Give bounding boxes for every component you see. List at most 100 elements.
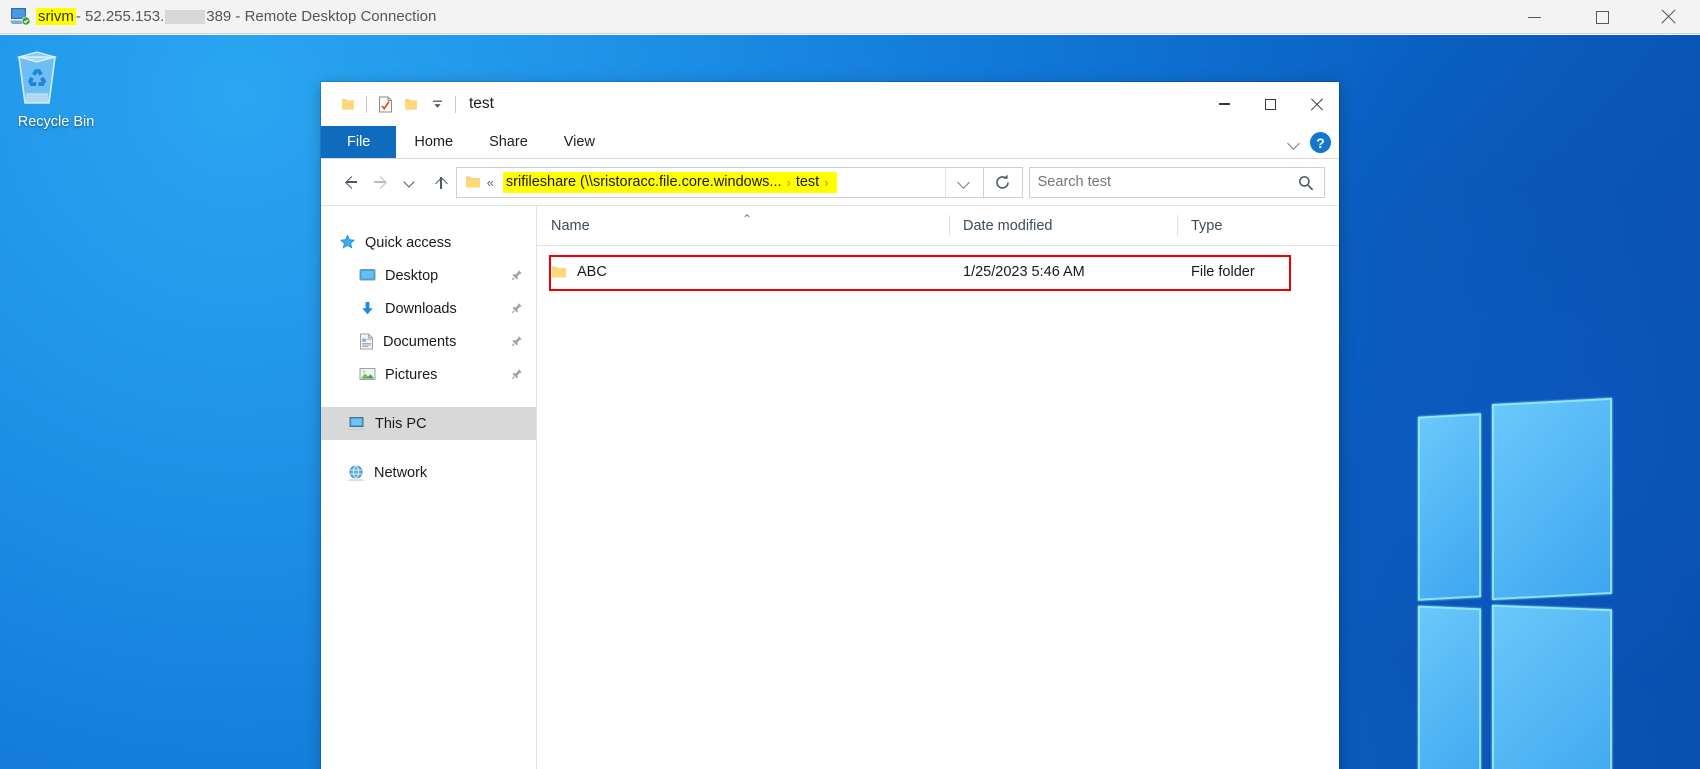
sidebar-item-label: Desktop (385, 267, 439, 284)
nav-gap-1 (321, 391, 537, 407)
breadcrumb-arrow-1[interactable]: › (782, 175, 796, 190)
rdp-title-highlight: srivm (36, 8, 76, 25)
rdp-title: srivm - 52.255.153. 389 - Remote Desktop… (36, 8, 436, 25)
search-icon[interactable] (1298, 175, 1314, 191)
wallpaper-pane-bottom-right (1492, 604, 1612, 769)
forward-button[interactable] (365, 167, 395, 198)
close-icon (1660, 9, 1676, 25)
maximize-icon (1264, 98, 1276, 110)
rdp-maximize-button[interactable] (1568, 0, 1636, 34)
star-icon (339, 234, 356, 251)
pin-icon[interactable] (510, 302, 523, 315)
address-overflow-icon[interactable]: « (481, 175, 499, 190)
table-row[interactable]: ABC 1/25/2023 5:46 AM File folder (537, 255, 1339, 288)
desktop-icon (359, 268, 376, 283)
sidebar-item-label: Pictures (385, 366, 438, 383)
tab-home[interactable]: Home (396, 126, 471, 158)
file-name-text: ABC (577, 263, 607, 280)
rdp-close-button[interactable] (1636, 0, 1700, 34)
wallpaper-pane-bottom-left (1418, 605, 1481, 769)
explorer-titlebar: test (321, 82, 1339, 126)
close-icon (1310, 98, 1323, 111)
qat-properties-icon[interactable] (372, 91, 398, 117)
file-explorer-window: test File Home Share View ? « srifilesha… (321, 82, 1339, 769)
tab-view[interactable]: View (546, 126, 613, 158)
documents-icon (359, 333, 374, 350)
arrow-right-icon (373, 175, 388, 190)
sidebar-item-pictures[interactable]: Pictures (321, 358, 537, 391)
explorer-body: Quick access Desktop Downloads Documents… (321, 205, 1339, 769)
folder-icon (551, 265, 567, 279)
explorer-close-button[interactable] (1293, 82, 1339, 126)
recent-locations-button[interactable] (395, 167, 425, 198)
column-header-type[interactable]: Type (1177, 206, 1337, 245)
refresh-icon (996, 174, 1009, 189)
remote-desktop-icon (6, 7, 36, 26)
sort-ascending-icon: ⌃ (742, 212, 753, 226)
refresh-button[interactable] (983, 166, 1023, 198)
downloads-icon (359, 301, 376, 317)
explorer-minimize-button[interactable] (1201, 82, 1247, 126)
pin-icon[interactable] (510, 269, 523, 282)
breadcrumb-item-test[interactable]: test (796, 174, 819, 190)
search-box[interactable]: Search test (1028, 166, 1325, 198)
help-button[interactable]: ? (1310, 132, 1331, 153)
rdp-title-suffix: 389 - Remote Desktop Connection (206, 8, 437, 25)
sidebar-item-downloads[interactable]: Downloads (321, 292, 537, 325)
breadcrumb: srifileshare (\\sristoracc.file.core.win… (502, 171, 837, 193)
address-dropdown-button[interactable] (944, 167, 983, 197)
remote-desktop-surface[interactable]: Recycle Bin test File Home Share View ? … (0, 35, 1700, 769)
address-bar[interactable]: « srifileshare (\\sristoracc.file.core.w… (455, 166, 984, 198)
sidebar-item-label: Documents (383, 333, 457, 350)
sidebar-item-label: Network (374, 464, 428, 481)
breadcrumb-arrow-2[interactable]: › (819, 175, 833, 190)
minimize-icon (1527, 16, 1541, 18)
tab-file[interactable]: File (321, 126, 397, 158)
sidebar-item-documents[interactable]: Documents (321, 325, 537, 358)
sidebar-item-this-pc[interactable]: This PC (321, 407, 537, 440)
file-rows: ABC 1/25/2023 5:46 AM File folder (537, 255, 1339, 291)
column-header-row: Name Date modified Type ⌃ (537, 206, 1339, 246)
qat-separator-2 (455, 95, 456, 113)
remote-desktop-window: srivm - 52.255.153. 389 - Remote Desktop… (0, 0, 1700, 769)
qat-folder-icon[interactable] (335, 91, 361, 117)
chevron-down-icon (401, 173, 419, 191)
pin-icon[interactable] (510, 335, 523, 348)
file-list-pane[interactable]: Name Date modified Type ⌃ ABC 1/25/2023 … (537, 206, 1339, 769)
sidebar-item-desktop[interactable]: Desktop (321, 259, 537, 292)
ribbon-right-controls: ? (1288, 126, 1331, 159)
rdp-minimize-button[interactable] (1500, 0, 1568, 34)
ribbon-collapse-chevron-down-icon[interactable] (1288, 137, 1300, 149)
qat-customize-dropdown-icon[interactable] (424, 91, 450, 117)
qat-new-folder-icon[interactable] (398, 91, 424, 117)
recycle-bin-label: Recycle Bin (17, 114, 95, 130)
arrow-up-icon (433, 175, 448, 190)
ribbon-tabbar: File Home Share View ? (321, 126, 1339, 159)
explorer-maximize-button[interactable] (1247, 82, 1293, 126)
sidebar-item-network[interactable]: Network (321, 456, 537, 489)
back-button[interactable] (335, 167, 365, 198)
sidebar-item-quick-access[interactable]: Quick access (321, 226, 537, 259)
this-pc-icon (347, 416, 366, 432)
file-name-cell[interactable]: ABC (537, 264, 949, 280)
breadcrumb-item-share[interactable]: srifileshare (\\sristoracc.file.core.win… (506, 174, 782, 190)
up-button[interactable] (426, 167, 456, 198)
file-date-cell: 1/25/2023 5:46 AM (963, 263, 1085, 280)
rdp-title-ip-prefix: - 52.255.153. (75, 8, 165, 25)
wallpaper-pane-top-left (1418, 413, 1481, 601)
wallpaper-pane-top-right (1492, 397, 1612, 601)
explorer-window-controls (1201, 82, 1339, 126)
redacted-block (165, 9, 206, 24)
tab-share[interactable]: Share (471, 126, 546, 158)
file-type-cell: File folder (1191, 263, 1255, 280)
sidebar-item-label: Quick access (365, 234, 452, 251)
address-toolbar: « srifileshare (\\sristoracc.file.core.w… (321, 159, 1339, 205)
rdp-window-controls (1500, 0, 1700, 34)
explorer-title: test (469, 95, 494, 112)
pin-icon[interactable] (510, 368, 523, 381)
column-header-date-modified[interactable]: Date modified (949, 206, 1177, 245)
navigation-pane: Quick access Desktop Downloads Documents… (321, 206, 537, 769)
arrow-left-icon (343, 175, 358, 190)
quick-access-toolbar (321, 91, 461, 117)
desktop-icon-recycle-bin[interactable]: Recycle Bin (8, 47, 104, 130)
